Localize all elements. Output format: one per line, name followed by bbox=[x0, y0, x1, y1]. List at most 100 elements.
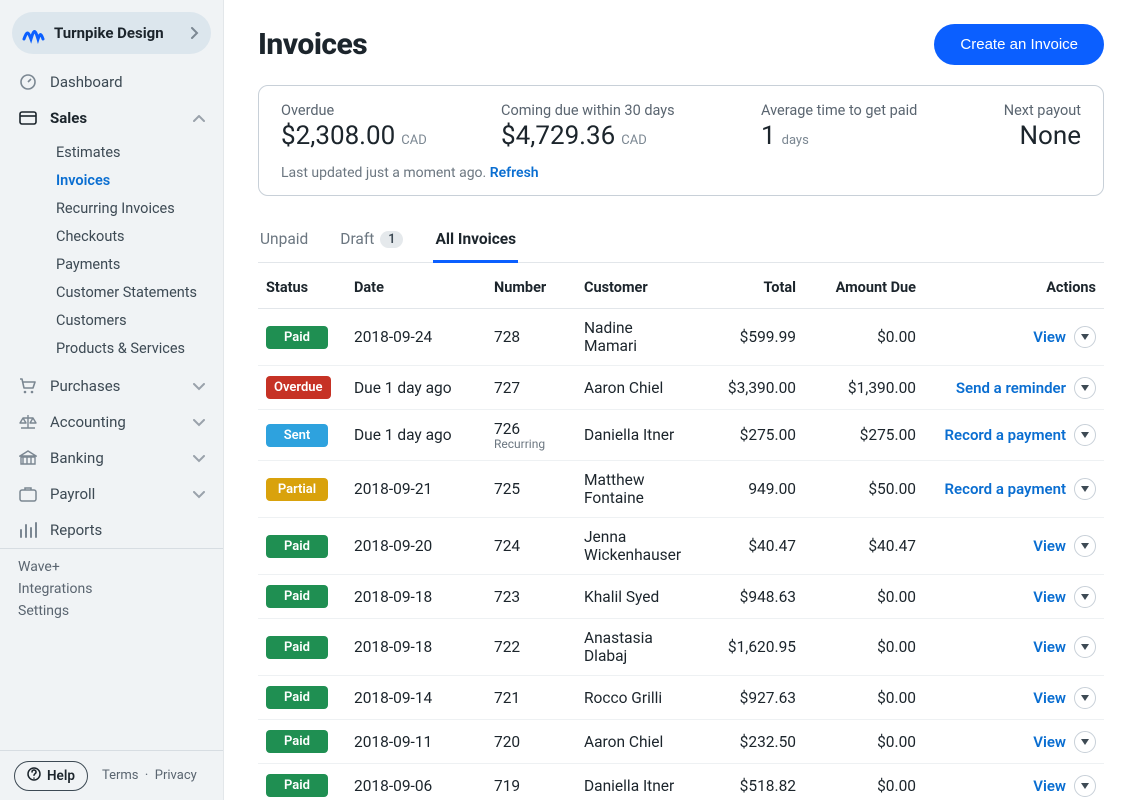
row-action-dropdown[interactable] bbox=[1074, 478, 1096, 500]
nav-payroll[interactable]: Payroll bbox=[0, 476, 223, 512]
main-content: Invoices Create an Invoice Overdue $2,30… bbox=[224, 0, 1138, 800]
nav-accounting[interactable]: Accounting bbox=[0, 404, 223, 440]
sidebar-item-customer-statements[interactable]: Customer Statements bbox=[0, 278, 223, 306]
nav-label: Accounting bbox=[50, 413, 126, 431]
table-row[interactable]: Partial2018-09-21725Matthew Fontaine949.… bbox=[258, 461, 1104, 518]
row-action-link[interactable]: Send a reminder bbox=[956, 379, 1066, 397]
row-action-link[interactable]: View bbox=[1033, 588, 1066, 606]
table-row[interactable]: Paid2018-09-18723Khalil Syed$948.63$0.00… bbox=[258, 575, 1104, 619]
sidebar-item-checkouts[interactable]: Checkouts bbox=[0, 222, 223, 250]
cell-date: Due 1 day ago bbox=[346, 366, 486, 410]
cell-date: 2018-09-18 bbox=[346, 619, 486, 676]
chevron-down-icon bbox=[193, 485, 205, 503]
th-total: Total bbox=[694, 267, 804, 309]
row-action-dropdown[interactable] bbox=[1074, 731, 1096, 753]
cell-customer: Daniella Itner bbox=[576, 764, 694, 800]
avg-paid-label: Average time to get paid bbox=[761, 102, 951, 119]
bars-icon bbox=[18, 522, 38, 538]
sidebar-item-estimates[interactable]: Estimates bbox=[0, 138, 223, 166]
nav-dashboard[interactable]: Dashboard bbox=[0, 64, 223, 100]
cell-date: 2018-09-21 bbox=[346, 461, 486, 518]
cell-customer: Aaron Chiel bbox=[576, 720, 694, 764]
row-action-dropdown[interactable] bbox=[1074, 377, 1096, 399]
create-invoice-button[interactable]: Create an Invoice bbox=[934, 24, 1104, 65]
cell-customer: Rocco Grilli bbox=[576, 676, 694, 720]
page-title: Invoices bbox=[258, 27, 367, 62]
invoices-table: Status Date Number Customer Total Amount… bbox=[258, 267, 1104, 800]
sidebar-item-payments[interactable]: Payments bbox=[0, 250, 223, 278]
coming-due-value: $4,729.36 CAD bbox=[501, 121, 741, 151]
table-row[interactable]: Paid2018-09-18722Anastasia Dlabaj$1,620.… bbox=[258, 619, 1104, 676]
sidebar-item-products-services[interactable]: Products & Services bbox=[0, 334, 223, 362]
bank-icon bbox=[18, 450, 38, 466]
table-row[interactable]: Paid2018-09-06719Daniella Itner$518.82$0… bbox=[258, 764, 1104, 800]
summary-refresh[interactable]: Refresh bbox=[490, 165, 539, 181]
scale-icon bbox=[18, 414, 38, 430]
nav-integrations[interactable]: Integrations bbox=[18, 581, 205, 597]
nav-banking[interactable]: Banking bbox=[0, 440, 223, 476]
chevron-down-icon bbox=[193, 377, 205, 395]
terms-link[interactable]: Terms bbox=[102, 768, 139, 783]
nav-reports[interactable]: Reports bbox=[0, 512, 223, 548]
status-badge: Paid bbox=[266, 636, 328, 659]
row-action-dropdown[interactable] bbox=[1074, 535, 1096, 557]
row-action-link[interactable]: View bbox=[1033, 733, 1066, 751]
row-action-link[interactable]: View bbox=[1033, 638, 1066, 656]
table-row[interactable]: OverdueDue 1 day ago727Aaron Chiel$3,390… bbox=[258, 366, 1104, 410]
table-row[interactable]: SentDue 1 day ago726RecurringDaniella It… bbox=[258, 410, 1104, 461]
cell-customer: Anastasia Dlabaj bbox=[576, 619, 694, 676]
row-action-link[interactable]: Record a payment bbox=[945, 480, 1066, 498]
row-action-dropdown[interactable] bbox=[1074, 775, 1096, 797]
cell-total: $232.50 bbox=[694, 720, 804, 764]
tab-unpaid[interactable]: Unpaid bbox=[258, 220, 310, 263]
row-action-link[interactable]: View bbox=[1033, 777, 1066, 795]
cell-number: 727 bbox=[486, 366, 576, 410]
cell-total: $3,390.00 bbox=[694, 366, 804, 410]
table-header-row: Status Date Number Customer Total Amount… bbox=[258, 267, 1104, 309]
chevron-down-icon bbox=[193, 413, 205, 431]
row-action-dropdown[interactable] bbox=[1074, 687, 1096, 709]
cell-amount-due: $40.47 bbox=[804, 518, 924, 575]
sidebar-item-invoices[interactable]: Invoices bbox=[0, 166, 223, 194]
nav-sales[interactable]: Sales bbox=[0, 100, 223, 136]
table-row[interactable]: Paid2018-09-20724Jenna Wickenhauser$40.4… bbox=[258, 518, 1104, 575]
status-badge: Paid bbox=[266, 326, 328, 349]
cell-total: 949.00 bbox=[694, 461, 804, 518]
row-action-link[interactable]: Record a payment bbox=[945, 426, 1066, 444]
company-switcher[interactable]: Turnpike Design bbox=[12, 12, 211, 54]
sidebar-item-customers[interactable]: Customers bbox=[0, 306, 223, 334]
tab-draft[interactable]: Draft 1 bbox=[338, 220, 405, 263]
table-row[interactable]: Paid2018-09-24728Nadine Mamari$599.99$0.… bbox=[258, 309, 1104, 366]
row-action-dropdown[interactable] bbox=[1074, 326, 1096, 348]
overdue-label: Overdue bbox=[281, 102, 481, 119]
cell-number: 721 bbox=[486, 676, 576, 720]
cell-amount-due: $0.00 bbox=[804, 309, 924, 366]
help-button[interactable]: Help bbox=[14, 761, 88, 791]
table-row[interactable]: Paid2018-09-14721Rocco Grilli$927.63$0.0… bbox=[258, 676, 1104, 720]
cell-date: 2018-09-24 bbox=[346, 309, 486, 366]
row-action-dropdown[interactable] bbox=[1074, 636, 1096, 658]
cell-date: 2018-09-20 bbox=[346, 518, 486, 575]
th-actions: Actions bbox=[924, 267, 1104, 309]
row-action-link[interactable]: View bbox=[1033, 537, 1066, 555]
table-row[interactable]: Paid2018-09-11720Aaron Chiel$232.50$0.00… bbox=[258, 720, 1104, 764]
nav-settings[interactable]: Settings bbox=[18, 603, 205, 619]
cell-customer: Daniella Itner bbox=[576, 410, 694, 461]
nav-label: Sales bbox=[50, 109, 87, 127]
status-badge: Paid bbox=[266, 686, 328, 709]
nav-label: Payroll bbox=[50, 485, 95, 503]
tab-all-invoices[interactable]: All Invoices bbox=[433, 220, 518, 263]
nav-wave-[interactable]: Wave+ bbox=[18, 559, 205, 575]
nav-purchases[interactable]: Purchases bbox=[0, 368, 223, 404]
row-action-dropdown[interactable] bbox=[1074, 586, 1096, 608]
sidebar-item-recurring-invoices[interactable]: Recurring Invoices bbox=[0, 194, 223, 222]
nav-label: Purchases bbox=[50, 377, 120, 395]
row-action-dropdown[interactable] bbox=[1074, 424, 1096, 446]
help-label: Help bbox=[47, 768, 75, 784]
row-action-link[interactable]: View bbox=[1033, 689, 1066, 707]
help-icon bbox=[27, 767, 41, 785]
privacy-link[interactable]: Privacy bbox=[155, 768, 197, 783]
row-action-link[interactable]: View bbox=[1033, 328, 1066, 346]
overdue-value: $2,308.00 CAD bbox=[281, 121, 481, 151]
cart-icon bbox=[18, 378, 38, 394]
